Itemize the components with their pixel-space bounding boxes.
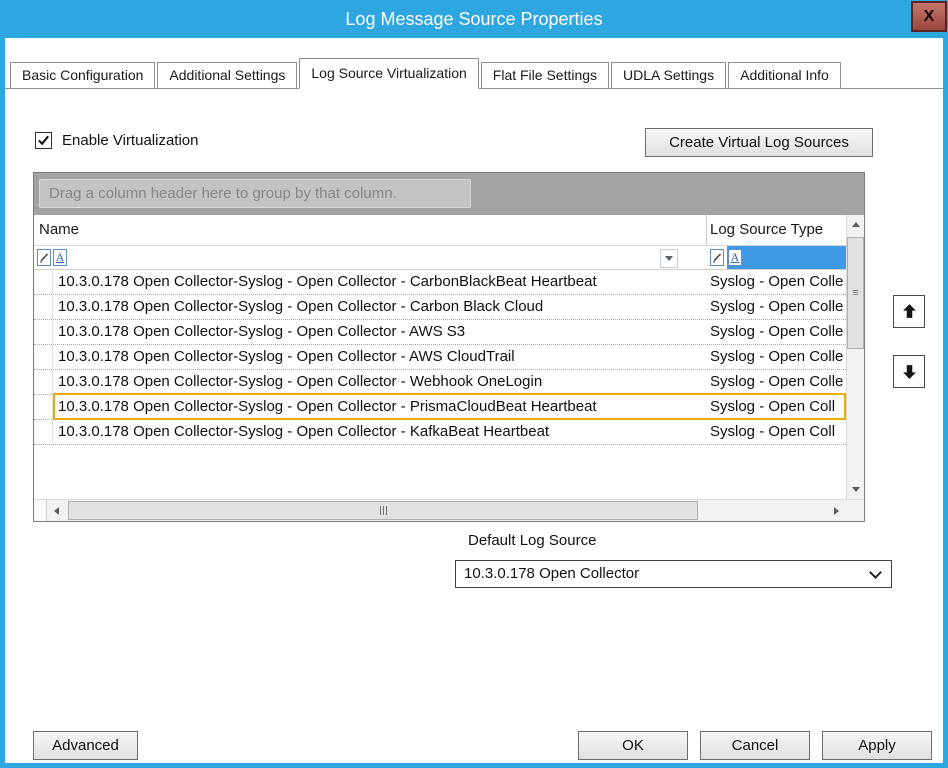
row-indicator [34,370,53,394]
filter-row: A A [34,245,846,270]
cancel-button[interactable]: Cancel [700,731,810,760]
name-filter-dropdown[interactable] [660,249,678,268]
row-name: 10.3.0.178 Open Collector-Syslog - Open … [58,420,703,445]
move-up-button[interactable] [893,295,925,328]
vertical-scrollbar[interactable]: ≡ [846,215,864,499]
window-title: Log Message Source Properties [345,9,602,30]
table-row[interactable]: 10.3.0.178 Open Collector-Syslog - Open … [34,320,846,345]
table-row-highlighted[interactable]: 10.3.0.178 Open Collector-Syslog - Open … [34,395,846,420]
row-name: 10.3.0.178 Open Collector-Syslog - Open … [58,320,703,345]
row-type: Syslog - Open Colle [710,370,844,395]
table-row[interactable]: 10.3.0.178 Open Collector-Syslog - Open … [34,345,846,370]
scroll-up-icon [852,222,860,227]
type-filter-selection[interactable]: A [727,246,846,269]
row-type: Syslog - Open Colle [710,270,844,295]
chevron-down-icon [869,566,882,579]
type-filter-a-icon[interactable]: A [728,249,742,266]
name-filter-edit-icon[interactable] [37,249,51,266]
column-header-name[interactable]: Name [39,215,79,245]
horizontal-scrollbar[interactable] [34,499,864,521]
scrollbar-corner [846,500,864,521]
row-name: 10.3.0.178 Open Collector-Syslog - Open … [58,345,703,370]
tab-additional-info[interactable]: Additional Info [728,62,841,88]
name-filter-a-icon[interactable]: A [53,249,67,266]
scroll-left-icon [54,507,59,515]
row-indicator [34,320,53,344]
scroll-down-icon [852,487,860,492]
advanced-button[interactable]: Advanced [33,731,138,760]
virtual-log-sources-grid: Drag a column header here to group by th… [33,172,865,522]
grid-corner-notch [34,500,47,521]
create-virtual-log-sources-button[interactable]: Create Virtual Log Sources [645,128,873,157]
row-name: 10.3.0.178 Open Collector-Syslog - Open … [58,270,703,295]
scroll-down-button[interactable] [847,481,864,498]
grid-rows: 10.3.0.178 Open Collector-Syslog - Open … [34,270,846,445]
enable-virtualization-checkbox[interactable] [35,132,52,149]
table-row[interactable]: 10.3.0.178 Open Collector-Syslog - Open … [34,370,846,395]
tab-log-source-virtualization[interactable]: Log Source Virtualization [299,58,478,89]
tab-strip: Basic Configuration Additional Settings … [5,58,943,89]
scroll-right-icon [834,507,839,515]
column-header-log-source-type[interactable]: Log Source Type [710,215,823,245]
column-header-row: Name Log Source Type [34,215,846,245]
checkmark-icon [37,134,50,147]
enable-virtualization-label: Enable Virtualization [62,132,198,149]
table-row[interactable]: 10.3.0.178 Open Collector-Syslog - Open … [34,270,846,295]
scroll-right-button[interactable] [828,502,845,519]
default-log-source-label: Default Log Source [468,532,596,549]
table-row[interactable]: 10.3.0.178 Open Collector-Syslog - Open … [34,420,846,445]
row-indicator [34,345,53,369]
row-type: Syslog - Open Colle [710,295,844,320]
tab-flat-file-settings[interactable]: Flat File Settings [481,62,609,88]
row-name: 10.3.0.178 Open Collector-Syslog - Open … [58,395,703,420]
tab-basic-configuration[interactable]: Basic Configuration [10,62,155,88]
group-by-hint: Drag a column header here to group by th… [39,179,471,208]
row-name: 10.3.0.178 Open Collector-Syslog - Open … [58,295,703,320]
table-row[interactable]: 10.3.0.178 Open Collector-Syslog - Open … [34,295,846,320]
default-log-source-value: 10.3.0.178 Open Collector [464,561,639,587]
close-icon: X [924,8,935,26]
ok-button[interactable]: OK [578,731,688,760]
up-arrow-icon [901,303,918,320]
scroll-left-button[interactable] [48,502,65,519]
move-down-button[interactable] [893,355,925,388]
group-by-band: Drag a column header here to group by th… [34,173,864,215]
default-log-source-combo[interactable]: 10.3.0.178 Open Collector [455,560,892,588]
row-type: Syslog - Open Colle [710,345,844,370]
log-message-source-properties-dialog: Log Message Source Properties X Basic Co… [0,0,948,768]
titlebar: Log Message Source Properties X [0,0,948,38]
row-indicator [34,395,53,419]
thumb-grip-icon: ≡ [852,288,858,299]
down-arrow-icon [901,363,918,380]
row-indicator [34,420,53,444]
row-name: 10.3.0.178 Open Collector-Syslog - Open … [58,370,703,395]
row-indicator [34,270,53,294]
apply-button[interactable]: Apply [822,731,932,760]
row-type: Syslog - Open Coll [710,395,844,420]
tab-additional-settings[interactable]: Additional Settings [157,62,297,88]
type-filter-edit-icon[interactable] [710,249,724,266]
row-indicator [34,295,53,319]
dialog-content: Basic Configuration Additional Settings … [5,38,943,763]
horizontal-scrollbar-thumb[interactable] [68,501,698,520]
tab-udla-settings[interactable]: UDLA Settings [611,62,726,88]
enable-virtualization-row: Enable Virtualization [35,132,198,149]
row-type: Syslog - Open Coll [710,420,844,445]
close-button[interactable]: X [911,1,947,32]
vertical-scrollbar-thumb[interactable]: ≡ [847,237,864,349]
chevron-down-icon [665,256,673,261]
scroll-up-button[interactable] [847,216,864,233]
row-type: Syslog - Open Colle [710,320,844,345]
